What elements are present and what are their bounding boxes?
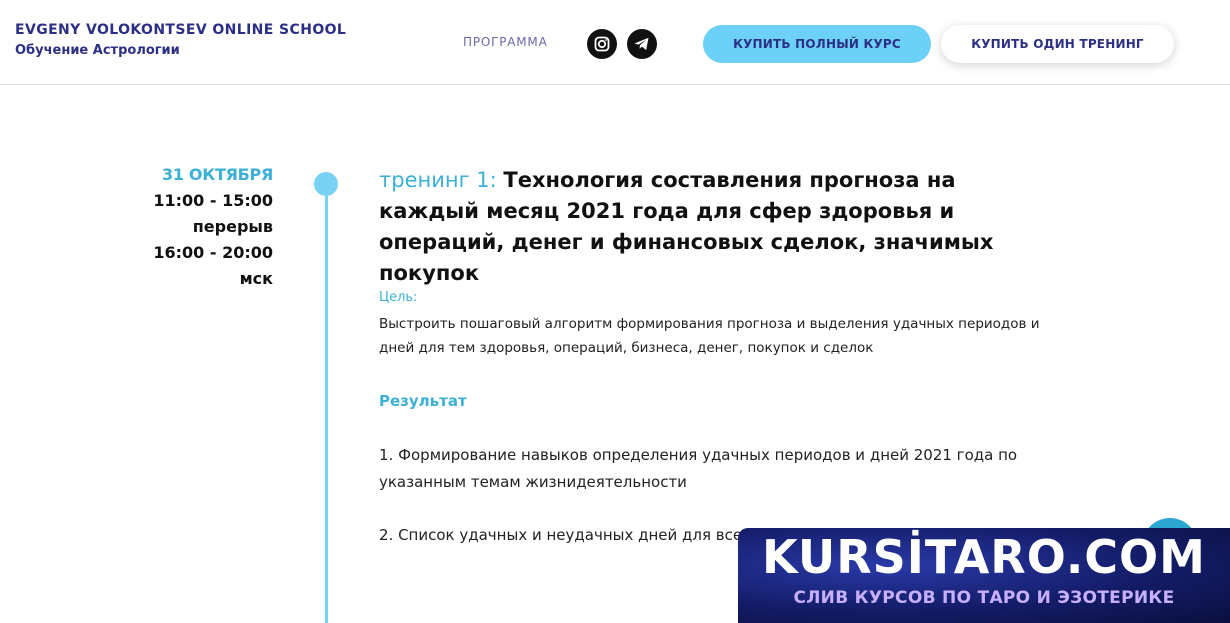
- schedule-block: 31 ОКТЯБРЯ 11:00 - 15:00 перерыв 16:00 -…: [153, 165, 273, 288]
- schedule-break: перерыв: [192, 217, 273, 236]
- result-item: 1. Формирование навыков определения удач…: [379, 446, 1018, 491]
- watermark-title: KURSİTARO.COM: [762, 530, 1206, 584]
- schedule-time-2: 16:00 - 20:00: [153, 243, 273, 262]
- watermark-banner: KURSİTARO.COM СЛИВ КУРСОВ ПО ТАРО И ЭЗОТ…: [738, 528, 1230, 623]
- watermark-subtitle: СЛИВ КУРСОВ ПО ТАРО И ЭЗОТЕРИКЕ: [793, 588, 1175, 608]
- brand-subtitle: Обучение Астрологии: [15, 43, 180, 58]
- training-content: тренинг 1: Технология составления прогно…: [379, 165, 1059, 289]
- goal-text: Выстроить пошаговый алгоритм формировани…: [379, 316, 1040, 356]
- telegram-icon[interactable]: [627, 29, 657, 59]
- buy-one-training-button[interactable]: КУПИТЬ ОДИН ТРЕНИНГ: [941, 25, 1174, 63]
- nav-program-link[interactable]: ПРОГРАММА: [463, 35, 548, 49]
- site-header: EVGENY VOLOKONTSEV ONLINE SCHOOL Обучени…: [0, 0, 1230, 85]
- buy-full-course-button[interactable]: КУПИТЬ ПОЛНЫЙ КУРС: [703, 25, 931, 63]
- timeline-dot: [314, 172, 338, 196]
- training-title: тренинг 1: Технология составления прогно…: [379, 165, 1059, 289]
- brand-name: EVGENY VOLOKONTSEV ONLINE SCHOOL: [15, 22, 347, 38]
- brand[interactable]: EVGENY VOLOKONTSEV ONLINE SCHOOL Обучени…: [15, 22, 346, 58]
- schedule-time-1: 11:00 - 15:00: [153, 191, 273, 210]
- result-heading: Результат: [379, 392, 467, 410]
- goal-label: Цель:: [379, 290, 418, 305]
- schedule-timezone: мск: [239, 269, 273, 288]
- instagram-icon[interactable]: [587, 29, 617, 59]
- schedule-date: 31 ОКТЯБРЯ: [162, 165, 273, 184]
- training-prefix: тренинг 1:: [379, 168, 504, 192]
- timeline-line: [325, 190, 328, 623]
